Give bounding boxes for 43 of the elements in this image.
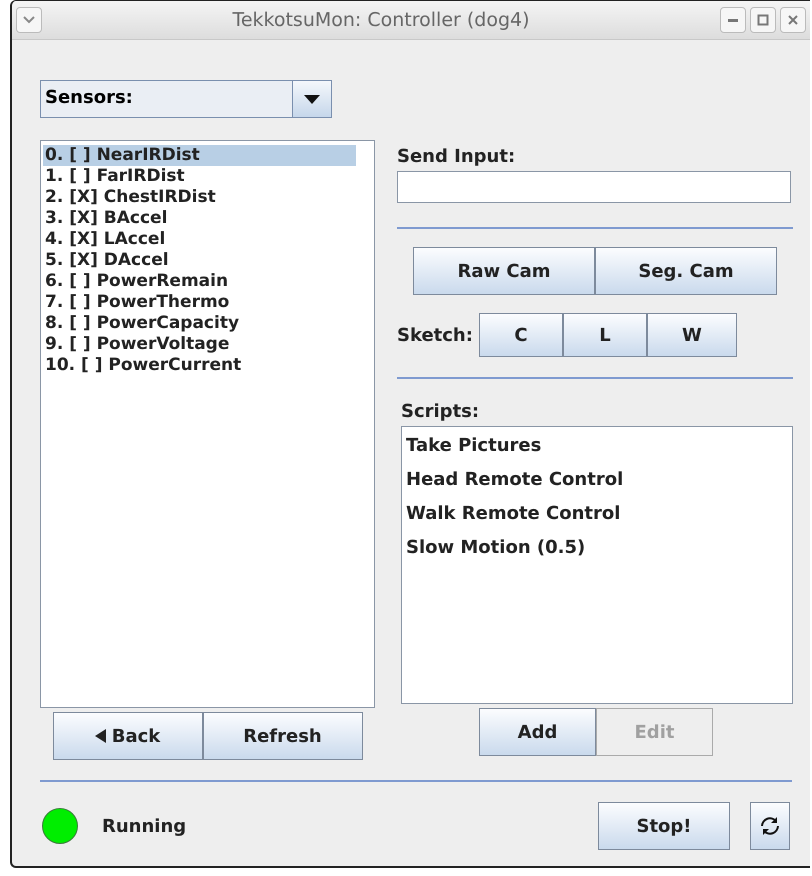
sensor-list-item[interactable]: 9. [ ] PowerVoltage [43, 334, 356, 355]
sensor-list-item[interactable]: 4. [X] LAccel [43, 229, 356, 250]
dropdown-button[interactable] [293, 81, 331, 117]
minimize-icon [728, 18, 738, 22]
script-item[interactable]: Head Remote Control [406, 467, 788, 493]
back-arrow-icon [94, 729, 106, 743]
sketch-button[interactable]: C [478, 313, 563, 357]
maximize-button[interactable] [750, 7, 776, 33]
scripts-label: Scripts: [401, 401, 480, 422]
sensor-list-item[interactable]: 1. [ ] FarIRDist [43, 166, 356, 187]
sensor-list-item[interactable]: 2. [X] ChestIRDist [43, 187, 356, 208]
sensor-dropdown[interactable]: Sensors: [40, 80, 332, 118]
window-title: TekkotsuMon: Controller (dog4) [231, 9, 531, 31]
send-input-field[interactable] [397, 171, 791, 203]
close-button[interactable] [780, 7, 806, 33]
script-item[interactable]: Walk Remote Control [406, 501, 788, 527]
sketch-button[interactable]: L [562, 313, 647, 357]
back-button[interactable]: Back [52, 712, 202, 760]
close-icon [787, 14, 799, 26]
maximize-icon [757, 14, 769, 26]
refresh-button[interactable]: Refresh [202, 712, 362, 760]
window-menu-button[interactable] [16, 7, 42, 33]
status-text: Running [102, 816, 188, 836]
send-input-label: Send Input: [397, 146, 516, 167]
stop-button[interactable]: Stop! [598, 802, 730, 850]
script-item[interactable]: Take Pictures [406, 433, 788, 459]
sensor-list-item[interactable]: 7. [ ] PowerThermo [43, 292, 356, 313]
sensor-list-item[interactable]: 3. [X] BAccel [43, 208, 356, 229]
sensor-list-item[interactable]: 0. [ ] NearIRDist [43, 145, 356, 166]
sensor-list-item[interactable]: 5. [X] DAccel [43, 250, 356, 271]
script-item[interactable]: Slow Motion (0.5) [406, 535, 788, 561]
reload-button[interactable] [750, 802, 790, 850]
camera-button[interactable]: Raw Cam [413, 247, 595, 295]
sketch-button[interactable]: W [646, 313, 737, 357]
camera-button[interactable]: Seg. Cam [595, 247, 777, 295]
chevron-icon [23, 16, 35, 24]
add-button[interactable]: Add [479, 708, 596, 756]
sensor-list-item[interactable]: 8. [ ] PowerCapacity [43, 313, 356, 334]
sensor-list-item[interactable]: 6. [ ] PowerRemain [43, 271, 356, 292]
caret-icon [304, 94, 320, 104]
minimize-button[interactable] [720, 7, 746, 33]
sketch-label: Sketch: [397, 324, 473, 346]
sensor-list-item[interactable]: 10. [ ] PowerCurrent [43, 355, 356, 376]
